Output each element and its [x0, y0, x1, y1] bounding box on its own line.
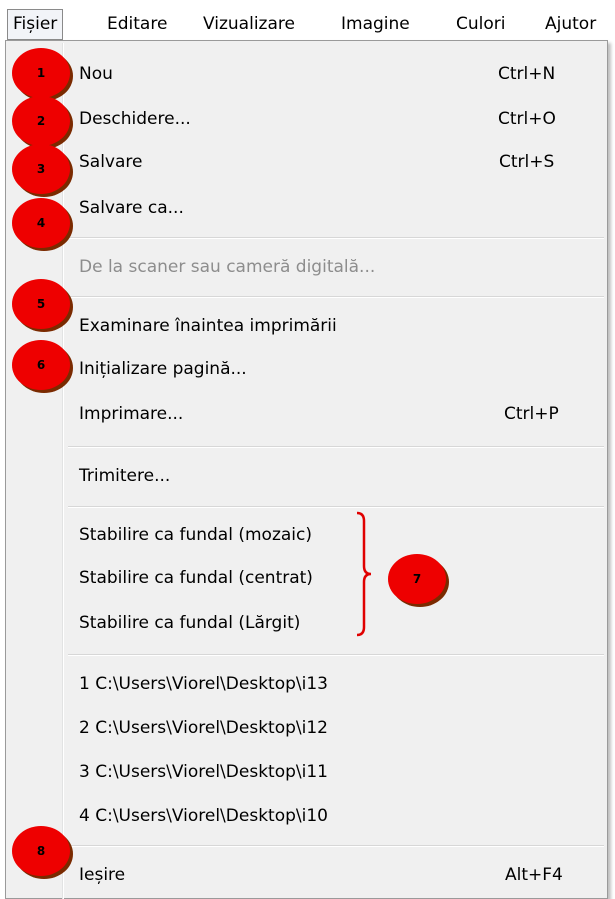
menu-item-save-as[interactable]: Salvare ca...	[79, 193, 184, 223]
shortcut-new: Ctrl+N	[498, 64, 556, 84]
menu-vizualizare[interactable]: Vizualizare	[203, 10, 295, 40]
menu-separator	[68, 237, 604, 239]
menu-item-exit[interactable]: Ieșire	[79, 860, 125, 890]
marker-6: 6	[12, 340, 70, 390]
menu-item-new[interactable]: Nou	[79, 59, 113, 89]
shortcut-print: Ctrl+P	[504, 404, 559, 424]
marker-4: 4	[12, 198, 70, 248]
menu-item-from-scanner: De la scaner sau cameră digitală...	[79, 257, 376, 277]
menu-item-recent-1[interactable]: 1 C:\Users\Viorel\Desktop\i13	[79, 669, 328, 699]
menu-imagine[interactable]: Imagine	[341, 10, 410, 40]
menu-separator	[68, 296, 604, 298]
menu-item-recent-4[interactable]: 4 C:\Users\Viorel\Desktop\i10	[79, 801, 328, 831]
marker-1: 1	[12, 48, 70, 98]
menu-item-recent-2[interactable]: 2 C:\Users\Viorel\Desktop\i12	[79, 713, 328, 743]
menu-item-send[interactable]: Trimitere...	[79, 461, 170, 491]
menu-item-wallpaper-tile[interactable]: Stabilire ca fundal (mozaic)	[79, 520, 312, 550]
menu-item-recent-3[interactable]: 3 C:\Users\Viorel\Desktop\i11	[79, 757, 328, 787]
marker-5: 5	[12, 279, 70, 329]
menu-item-print-preview[interactable]: Examinare înaintea imprimării	[79, 311, 337, 341]
menu-culori[interactable]: Culori	[456, 10, 505, 40]
menu-separator	[68, 446, 604, 448]
menu-item-print[interactable]: Imprimare...	[79, 399, 183, 429]
marker-8: 8	[12, 826, 70, 876]
menu-separator	[68, 654, 604, 656]
menu-item-wallpaper-stretch[interactable]: Stabilire ca fundal (Lărgit)	[79, 608, 300, 638]
shortcut-exit: Alt+F4	[505, 865, 563, 885]
menu-item-wallpaper-center[interactable]: Stabilire ca fundal (centrat)	[79, 563, 313, 593]
marker-3: 3	[12, 144, 70, 194]
shortcut-save: Ctrl+S	[499, 152, 555, 172]
menu-bar: Fișier Editare Vizualizare Imagine Culor…	[0, 0, 615, 44]
menu-separator	[68, 506, 604, 508]
marker-7: 7	[388, 554, 446, 604]
menu-separator	[68, 845, 604, 847]
menu-item-save[interactable]: Salvare	[79, 147, 142, 177]
brace-annotation	[356, 511, 372, 637]
shortcut-open: Ctrl+O	[498, 109, 556, 129]
marker-2: 2	[12, 96, 70, 146]
menu-item-page-setup[interactable]: Inițializare pagină...	[79, 354, 247, 384]
menu-ajutor[interactable]: Ajutor	[545, 10, 596, 40]
menu-editare[interactable]: Editare	[107, 10, 167, 40]
menu-fisier[interactable]: Fișier	[7, 9, 64, 40]
menu-item-open[interactable]: Deschidere...	[79, 104, 191, 134]
